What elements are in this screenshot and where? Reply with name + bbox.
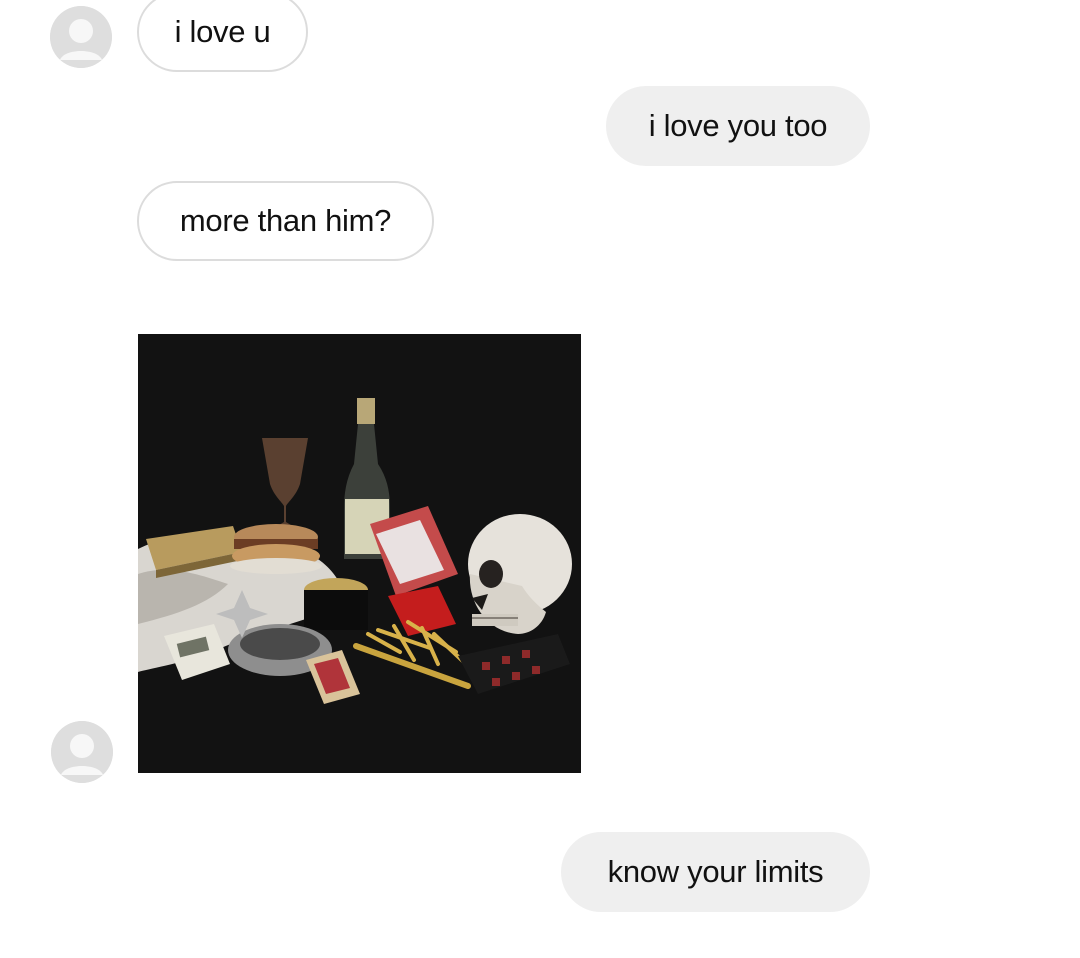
message-text: i love you too [648,108,828,143]
message-received[interactable]: more than him? [137,181,434,261]
message-text: know your limits [607,854,824,889]
chat-thread: i love u i love you too more than him? k… [0,0,1080,958]
message-text: more than him? [179,203,392,238]
message-text: i love u [174,14,271,49]
message-sent[interactable]: i love you too [606,86,870,166]
message-sent[interactable]: know your limits [561,832,870,912]
message-photo[interactable] [138,334,581,773]
contact-avatar[interactable] [51,721,113,783]
still-life-skull-photo-icon [138,334,581,773]
message-received[interactable]: i love u [137,0,308,72]
default-user-icon [51,721,113,783]
default-user-icon [50,6,112,68]
contact-avatar[interactable] [50,6,112,68]
